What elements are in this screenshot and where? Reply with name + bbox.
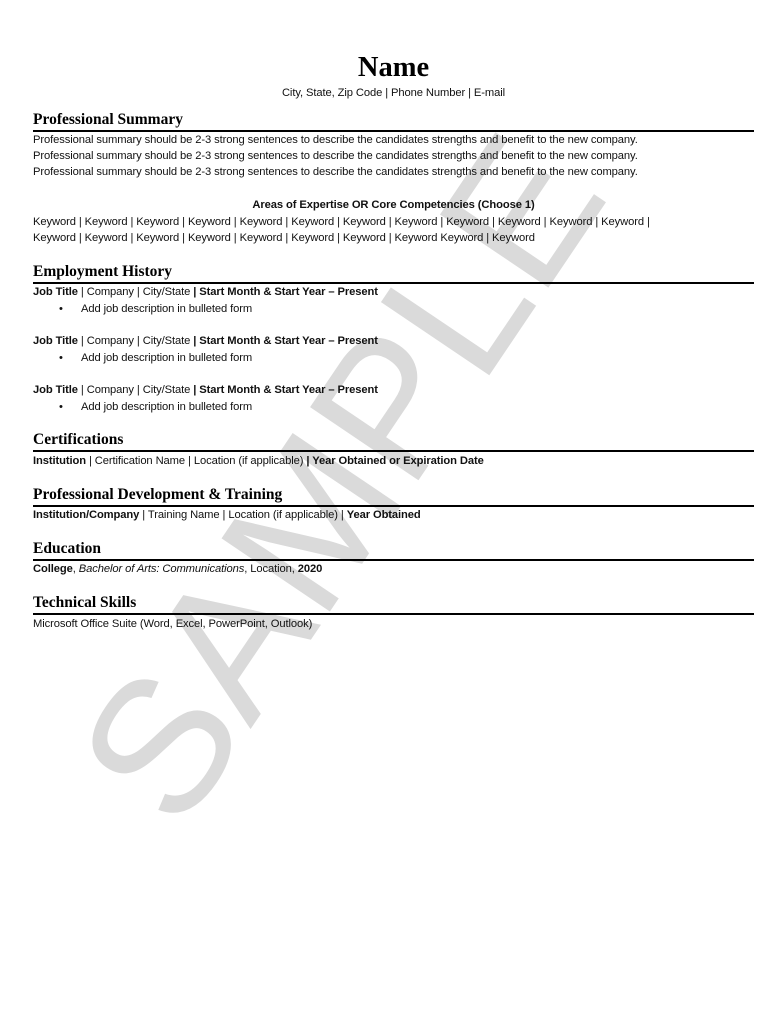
education-location: , Location, [244, 563, 298, 575]
certification-entry: Institution | Certification Name | Locat… [33, 454, 484, 468]
job-description: Add job description in bulleted form [81, 352, 253, 364]
expertise-title: Areas of Expertise OR Core Competencies … [252, 199, 535, 211]
section-heading-training: Professional Development & Training [33, 486, 754, 507]
job-title: Job Title [33, 335, 78, 347]
section-heading-certifications: Certifications [33, 431, 754, 452]
education-year: 2020 [297, 563, 323, 575]
summary-line: Professional summary should be 2-3 stron… [33, 150, 638, 162]
bullet-icon: • [59, 303, 63, 315]
certification-details: | Certification Name | Location (if appl… [85, 455, 307, 467]
keyword-line: Keyword | Keyword | Keyword | Keyword | … [33, 232, 535, 244]
expertise-heading: Areas of Expertise OR Core Competencies … [33, 198, 754, 212]
job-title: Job Title [33, 286, 78, 298]
keyword-line: Keyword | Keyword | Keyword | Keyword | … [33, 216, 650, 228]
job-entry-header: Job Title | Company | City/State | Start… [33, 285, 378, 299]
education-entry: College, Bachelor of Arts: Communication… [33, 562, 322, 576]
job-company-location: | Company | City/State [77, 335, 194, 347]
resume-page: SAMPLE Name City, State, Zip Code | Phon… [0, 0, 782, 1015]
skills-text: Microsoft Office Suite (Word, Excel, Pow… [33, 618, 313, 630]
bullet-icon: • [59, 401, 63, 413]
section-heading-employment: Employment History [33, 263, 754, 284]
training-date: Year Obtained [346, 509, 421, 521]
certification-date: | Year Obtained or Expiration Date [306, 455, 484, 467]
job-entry-header: Job Title | Company | City/State | Start… [33, 383, 378, 397]
job-title: Job Title [33, 384, 78, 396]
summary-line: Professional summary should be 2-3 stron… [33, 166, 638, 178]
job-dates: | Start Month & Start Year – Present [193, 286, 378, 298]
job-dates: | Start Month & Start Year – Present [193, 384, 378, 396]
training-entry: Institution/Company | Training Name | Lo… [33, 508, 421, 522]
contact-info: City, State, Zip Code | Phone Number | E… [281, 87, 506, 99]
candidate-name: Name [357, 52, 430, 83]
job-dates: | Start Month & Start Year – Present [193, 335, 378, 347]
training-details: | Training Name | Location (if applicabl… [139, 509, 347, 521]
job-entry-header: Job Title | Company | City/State | Start… [33, 334, 378, 348]
education-college: College [33, 563, 73, 575]
job-description: Add job description in bulleted form [81, 303, 253, 315]
job-description: Add job description in bulleted form [81, 401, 253, 413]
section-heading-education: Education [33, 540, 754, 561]
watermark-text: SAMPLE [38, 100, 645, 858]
section-heading-summary: Professional Summary [33, 111, 754, 132]
job-company-location: | Company | City/State [77, 384, 194, 396]
summary-line: Professional summary should be 2-3 stron… [33, 134, 638, 146]
job-company-location: | Company | City/State [77, 286, 194, 298]
certification-institution: Institution [33, 455, 86, 467]
bullet-icon: • [59, 352, 63, 364]
training-institution: Institution/Company [33, 509, 140, 521]
section-heading-skills: Technical Skills [33, 594, 754, 615]
education-degree: Bachelor of Arts: Communications [78, 563, 245, 575]
